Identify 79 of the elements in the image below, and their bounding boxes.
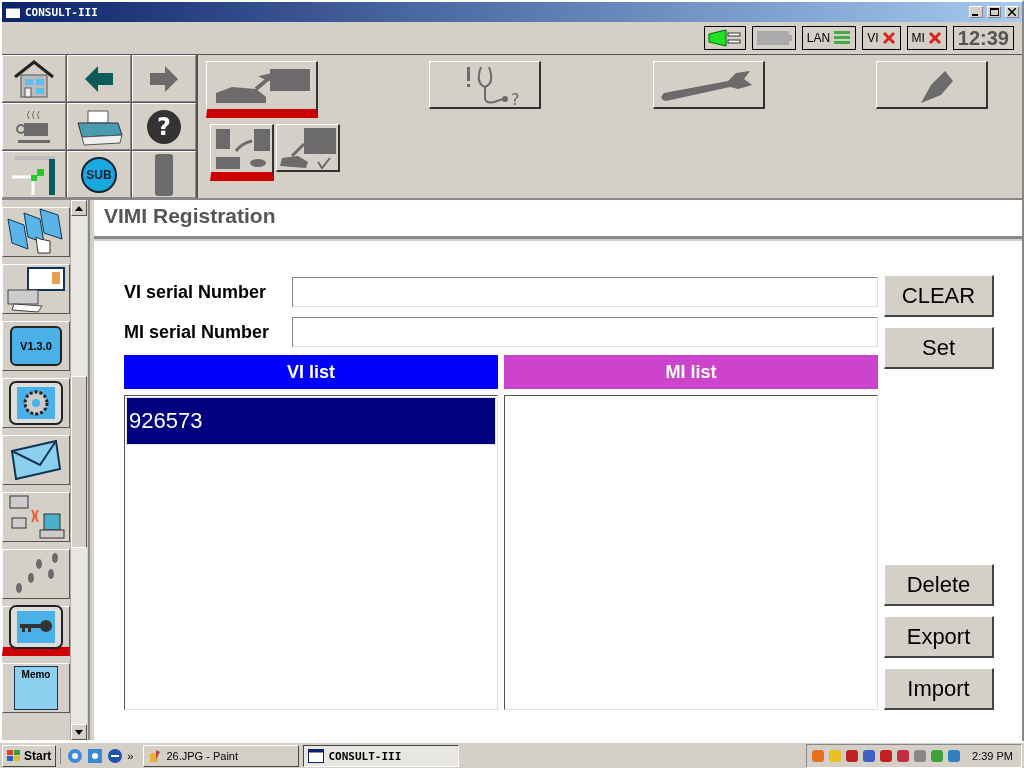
- action-button[interactable]: Export: [884, 616, 994, 658]
- clock-display: 12:39: [952, 26, 1014, 50]
- nav-button[interactable]: SUB: [67, 151, 131, 198]
- tool-button[interactable]: [652, 61, 765, 109]
- windows-flag-icon: [7, 750, 21, 762]
- sidebar-item[interactable]: V1.3.0: [2, 321, 70, 371]
- sidebar-item[interactable]: [2, 492, 70, 542]
- devices-icon: [6, 492, 66, 542]
- list-header: VI list: [124, 355, 498, 389]
- nav-button[interactable]: [67, 55, 131, 102]
- start-button[interactable]: Start: [2, 745, 57, 767]
- tool-button[interactable]: [206, 61, 318, 118]
- list-box[interactable]: 926573: [124, 395, 498, 710]
- battery-icon: [751, 26, 796, 50]
- sub-tool-button[interactable]: [210, 124, 274, 181]
- tray-icon[interactable]: [896, 749, 911, 763]
- maximize-button[interactable]: [987, 6, 1001, 18]
- house-icon: [12, 58, 56, 99]
- mi-indicator: MI: [906, 26, 947, 50]
- folders-icon: [6, 207, 66, 257]
- action-button[interactable]: CLEAR: [884, 275, 994, 317]
- window-icon: [5, 5, 21, 19]
- scroll-thumb[interactable]: [71, 376, 87, 548]
- version-label: V1.3.0: [10, 326, 62, 366]
- list-item[interactable]: 926573: [127, 398, 495, 444]
- tool-button[interactable]: [876, 61, 988, 109]
- bar-icon: [154, 152, 174, 197]
- tray-icon[interactable]: [862, 749, 877, 763]
- sidebar-item[interactable]: [2, 207, 70, 257]
- tray-icon[interactable]: [947, 749, 962, 763]
- sub-tool-button[interactable]: [276, 124, 340, 172]
- browser-icon[interactable]: [107, 748, 124, 764]
- envelope-icon: [10, 439, 62, 481]
- sidebar-item[interactable]: [2, 264, 70, 314]
- help-icon: ?: [146, 108, 182, 145]
- more-button[interactable]: »: [127, 750, 134, 762]
- action-button[interactable]: Import: [884, 668, 994, 710]
- plug-status-icon: [703, 26, 746, 50]
- nav-button[interactable]: [67, 103, 131, 150]
- window-title: CONSULT-III: [25, 5, 98, 19]
- sidebar-item[interactable]: [2, 435, 70, 485]
- field-label: VI serial Number: [124, 281, 268, 303]
- taskbar-button[interactable]: 26.JPG - Paint: [143, 745, 300, 767]
- scroll-down-button[interactable]: [71, 724, 87, 740]
- key-tablet-icon: [8, 604, 64, 650]
- action-button[interactable]: Delete: [884, 564, 994, 606]
- close-button[interactable]: [1005, 6, 1019, 18]
- scroll-up-button[interactable]: [71, 200, 87, 216]
- vi-indicator: VI: [862, 26, 901, 50]
- field-label: MI serial Number: [124, 321, 271, 343]
- browser-icon[interactable]: [87, 748, 104, 764]
- taskbar-button[interactable]: CONSULT-III: [303, 745, 460, 767]
- nav-button[interactable]: ?: [132, 103, 196, 150]
- tray-icon[interactable]: [845, 749, 860, 763]
- lan-indicator: LAN: [801, 26, 857, 50]
- gear-tablet-icon: [8, 380, 64, 426]
- tray-icon[interactable]: [879, 749, 894, 763]
- minimize-button[interactable]: [969, 6, 983, 18]
- taskbar-clock: 2:39 PM: [972, 750, 1013, 762]
- memo-label: Memo: [14, 666, 58, 710]
- sidebar-item[interactable]: [2, 606, 70, 656]
- paint-icon: [148, 749, 163, 763]
- window-icon: [308, 749, 325, 763]
- right-arrow-icon: [149, 63, 179, 94]
- action-button[interactable]: Set: [884, 327, 994, 369]
- sidebar-item[interactable]: Memo: [2, 663, 70, 713]
- nav-button[interactable]: [2, 151, 66, 198]
- printer-card-icon: [6, 264, 66, 314]
- tool-button[interactable]: ?: [429, 61, 542, 109]
- nav-button[interactable]: [2, 55, 66, 102]
- caret-up-icon: [75, 205, 83, 211]
- sidebar-item[interactable]: [2, 549, 70, 599]
- caret-down-icon: [75, 729, 83, 735]
- browser-icon[interactable]: [67, 748, 84, 764]
- page-title: VIMI Registration: [94, 200, 1022, 239]
- sidebar-item[interactable]: [2, 378, 70, 428]
- car-check-icon: [277, 125, 338, 170]
- list-header: MI list: [504, 355, 878, 389]
- sub-label: SUB: [81, 156, 117, 193]
